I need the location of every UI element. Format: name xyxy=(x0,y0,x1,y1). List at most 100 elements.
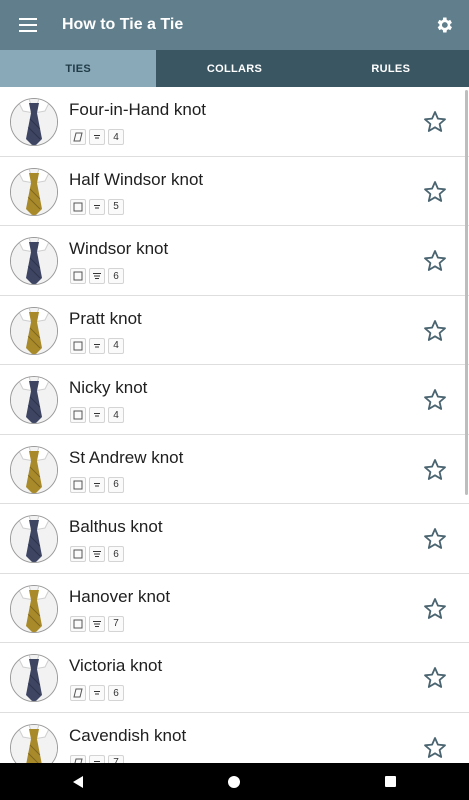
home-button[interactable] xyxy=(214,763,254,800)
layers-chip xyxy=(89,337,105,354)
slanted-knot-icon xyxy=(73,688,83,698)
tab-rules[interactable]: RULES xyxy=(313,50,469,87)
layers-chip xyxy=(89,685,105,701)
list-item[interactable]: Cavendish knot 7 xyxy=(0,713,469,763)
favorite-button[interactable] xyxy=(423,319,447,343)
layers-icon xyxy=(93,551,101,557)
step-count-badge: 6 xyxy=(108,685,124,701)
step-count-badge: 7 xyxy=(108,615,124,632)
knot-meta: 6 xyxy=(70,685,124,701)
star-icon xyxy=(424,528,446,549)
knot-name: Victoria knot xyxy=(69,656,163,675)
knot-meta: 6 xyxy=(70,268,124,284)
knot-name: Four-in-Hand knot xyxy=(69,100,207,119)
shape-chip xyxy=(70,407,86,423)
knot-meta: 6 xyxy=(70,476,124,493)
menu-button[interactable] xyxy=(0,0,56,50)
shape-chip xyxy=(70,476,86,493)
recents-button[interactable] xyxy=(371,763,411,800)
list-item[interactable]: Four-in-Hand knot 4 xyxy=(0,87,469,157)
tie-thumbnail xyxy=(10,98,58,146)
favorite-button[interactable] xyxy=(423,110,447,134)
tab-ties[interactable]: TIES xyxy=(0,50,157,87)
back-button[interactable] xyxy=(58,763,98,800)
shape-chip xyxy=(70,615,86,632)
scrollbar[interactable] xyxy=(465,90,468,495)
layers-icon xyxy=(93,273,101,279)
layers-icon xyxy=(94,691,100,695)
step-count-badge: 4 xyxy=(108,337,124,354)
layers-chip xyxy=(89,198,105,215)
knot-list[interactable]: Four-in-Hand knot 4 Half Windsor knot 5 Wind… xyxy=(0,87,469,763)
favorite-button[interactable] xyxy=(423,458,447,482)
star-icon xyxy=(424,667,446,688)
star-icon xyxy=(424,180,446,202)
list-item[interactable]: Windsor knot 6 xyxy=(0,226,469,296)
knot-meta: 6 xyxy=(70,546,124,562)
layers-chip xyxy=(89,615,105,632)
tab-collars[interactable]: COLLARS xyxy=(156,50,312,87)
hamburger-menu-icon xyxy=(19,18,37,32)
favorite-button[interactable] xyxy=(423,180,447,204)
shape-chip xyxy=(70,268,86,284)
knot-meta: 5 xyxy=(70,198,124,215)
shape-chip xyxy=(70,129,86,145)
square-knot-icon xyxy=(73,271,83,281)
tie-thumbnail xyxy=(10,723,58,763)
list-item[interactable]: Nicky knot 4 xyxy=(0,365,469,435)
square-knot-icon xyxy=(73,202,83,211)
favorite-button[interactable] xyxy=(423,527,447,551)
list-item[interactable]: Victoria knot 6 xyxy=(0,643,469,713)
gear-icon xyxy=(437,17,452,33)
list-item[interactable]: Hanover knot 7 xyxy=(0,574,469,643)
layers-icon xyxy=(94,343,100,347)
system-nav-bar xyxy=(0,763,469,800)
tie-thumbnail xyxy=(10,445,58,494)
layers-icon xyxy=(94,413,100,417)
layers-chip xyxy=(89,754,105,763)
back-triangle-icon xyxy=(73,775,84,788)
step-count-badge: 4 xyxy=(108,407,124,423)
list-item[interactable]: Pratt knot 4 xyxy=(0,296,469,365)
tie-thumbnail xyxy=(10,584,58,633)
star-icon xyxy=(424,389,446,410)
home-circle-icon xyxy=(228,775,241,788)
list-item[interactable]: Half Windsor knot 5 xyxy=(0,157,469,226)
shape-chip xyxy=(70,754,86,763)
knot-name: Half Windsor knot xyxy=(69,169,204,189)
favorite-button[interactable] xyxy=(423,597,447,621)
step-count-badge: 6 xyxy=(108,268,124,284)
tie-thumbnail xyxy=(10,306,58,355)
step-count-badge: 4 xyxy=(108,129,124,145)
step-count-badge: 6 xyxy=(108,546,124,562)
favorite-button[interactable] xyxy=(423,666,447,690)
step-count-badge: 5 xyxy=(108,198,124,215)
tab-bar: TIES COLLARS RULES xyxy=(0,50,469,87)
knot-name: Windsor knot xyxy=(69,239,169,258)
step-count-badge: 7 xyxy=(108,754,124,763)
shape-chip xyxy=(70,198,86,215)
knot-name: Pratt knot xyxy=(69,308,142,328)
settings-button[interactable] xyxy=(419,0,469,50)
favorite-button[interactable] xyxy=(423,249,447,273)
favorite-button[interactable] xyxy=(423,736,447,760)
square-knot-icon xyxy=(73,410,83,420)
knot-name: Balthus knot xyxy=(69,517,163,536)
knot-name: Nicky knot xyxy=(69,378,148,397)
list-item[interactable]: St Andrew knot 6 xyxy=(0,435,469,504)
layers-icon xyxy=(94,204,100,208)
star-icon xyxy=(424,250,446,271)
tie-thumbnail xyxy=(10,167,58,216)
square-knot-icon xyxy=(73,619,83,628)
list-item[interactable]: Balthus knot 6 xyxy=(0,504,469,574)
shape-chip xyxy=(70,337,86,354)
favorite-button[interactable] xyxy=(423,388,447,412)
layers-chip xyxy=(89,546,105,562)
layers-chip xyxy=(89,407,105,423)
layers-icon xyxy=(94,482,100,486)
star-icon xyxy=(424,111,446,132)
knot-meta: 4 xyxy=(70,337,124,354)
shape-chip xyxy=(70,546,86,562)
layers-chip xyxy=(89,129,105,145)
tie-thumbnail xyxy=(10,237,58,285)
